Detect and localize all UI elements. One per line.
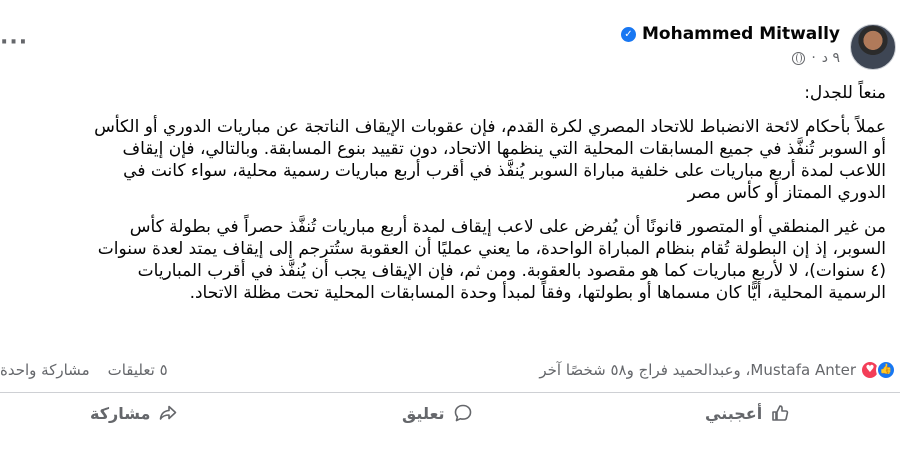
verified-badge-icon: ✓ <box>621 26 636 42</box>
engagement-counts: ٥ تعليقات مشاركة واحدة <box>0 361 168 379</box>
post-line: السوبر، إذ إن البطولة تُقام بنظام المبار… <box>97 239 886 259</box>
post-time[interactable]: ٩ د <box>822 50 840 66</box>
post-actions: أعجبني تعليق مشاركة <box>0 398 900 432</box>
more-options-icon[interactable]: ··· <box>0 32 28 54</box>
shares-count[interactable]: مشاركة واحدة <box>0 361 90 379</box>
post-line: منعاً للجدل: <box>804 83 886 103</box>
comment-button[interactable]: تعليق <box>402 398 473 428</box>
post-line: من غير المنطقي أو المتصور قانونًا أن يُف… <box>129 217 886 237</box>
post-line: (٤ سنوات)، لا لأربع مباريات كما هو مقصود… <box>137 261 886 281</box>
post-line: عملاً بأحكام لائحة الانضباط للاتحاد المص… <box>94 117 886 137</box>
comment-label: تعليق <box>402 403 445 423</box>
reactions-summary: ♥ 👍 Mustafa Anter، وعبدالحميد فراج و٥٨ ش… <box>0 360 900 384</box>
comments-count[interactable]: ٥ تعليقات <box>108 361 168 379</box>
post-line: الرسمية المحلية، أيًّا كان مسماها أو بطو… <box>189 283 886 303</box>
author-name[interactable]: Mohammed Mitwally <box>642 24 840 44</box>
post-line: أو السوبر تُنفَّذ في جميع المسابقات المح… <box>122 139 886 159</box>
reactors-text[interactable]: Mustafa Anter، وعبدالحميد فراج و٥٨ شخصًا… <box>539 361 856 379</box>
share-button[interactable]: مشاركة <box>90 398 178 428</box>
author-name-row: ✓ Mohammed Mitwally <box>621 24 840 44</box>
post-line: اللاعب لمدة أربع مباريات على خلفية مبارا… <box>123 161 886 181</box>
meta-dot: · <box>811 50 816 66</box>
post-header: ✓ Mohammed Mitwally ٩ د · ··· <box>0 14 900 74</box>
thumbs-up-icon <box>770 403 790 423</box>
post-paragraph: منعاً للجدل: <box>0 82 886 104</box>
share-label: مشاركة <box>90 403 151 423</box>
comment-icon <box>453 403 473 423</box>
divider <box>0 392 900 393</box>
like-button[interactable]: أعجبني <box>705 398 790 428</box>
post-paragraph: من غير المنطقي أو المتصور قانونًا أن يُف… <box>0 216 886 304</box>
post-line: الدوري الممتاز أو كأس مصر <box>687 183 886 203</box>
globe-icon <box>792 51 806 65</box>
post-body: منعاً للجدل: عملاً بأحكام لائحة الانضباط… <box>0 82 886 316</box>
share-arrow-icon <box>158 403 178 423</box>
post-meta: ٩ د · <box>792 50 840 66</box>
author-avatar[interactable] <box>850 24 896 70</box>
post-paragraph: عملاً بأحكام لائحة الانضباط للاتحاد المص… <box>0 116 886 204</box>
like-label: أعجبني <box>705 403 763 423</box>
like-reaction-icon: 👍 <box>876 360 896 380</box>
reaction-icons[interactable]: ♥ 👍 <box>856 360 896 382</box>
